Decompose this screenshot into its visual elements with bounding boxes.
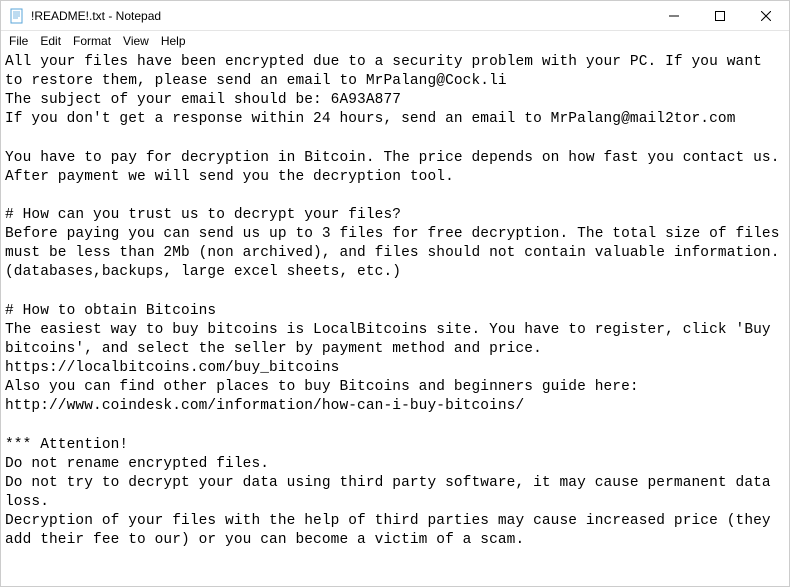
window-controls: [651, 1, 789, 30]
titlebar: !README!.txt - Notepad: [1, 1, 789, 31]
window-title: !README!.txt - Notepad: [31, 9, 651, 23]
menu-help[interactable]: Help: [155, 33, 192, 49]
menubar: File Edit Format View Help: [1, 31, 789, 51]
minimize-icon: [669, 11, 679, 21]
minimize-button[interactable]: [651, 1, 697, 31]
menu-file[interactable]: File: [3, 33, 34, 49]
close-icon: [761, 11, 771, 21]
menu-edit[interactable]: Edit: [34, 33, 67, 49]
maximize-button[interactable]: [697, 1, 743, 31]
text-area[interactable]: All your files have been encrypted due t…: [1, 51, 789, 552]
menu-format[interactable]: Format: [67, 33, 117, 49]
maximize-icon: [715, 11, 725, 21]
close-button[interactable]: [743, 1, 789, 31]
menu-view[interactable]: View: [117, 33, 155, 49]
notepad-icon: [9, 8, 25, 24]
